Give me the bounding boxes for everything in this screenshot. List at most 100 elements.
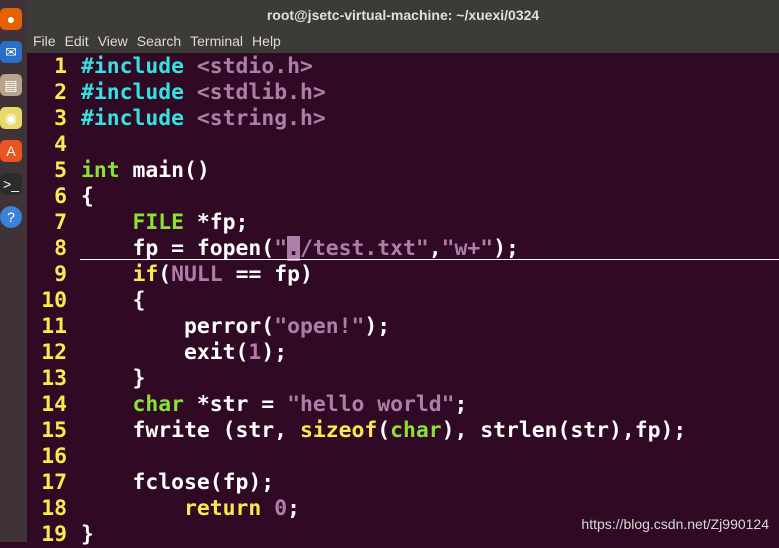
launcher: ● ✉ ▤ ◉ A >_? xyxy=(0,0,27,542)
code-token: #include xyxy=(81,54,185,79)
code-token: } xyxy=(81,366,146,391)
line-number: 8 xyxy=(54,236,67,261)
line-number: 12 xyxy=(41,340,67,365)
code-line: 7 FILE *fp; xyxy=(27,210,779,236)
code-token: ; xyxy=(287,496,300,521)
code-line: 13 } xyxy=(27,366,779,392)
code-token: <stdlib.h> xyxy=(196,80,326,105)
code-line: 14 char *str = "hello world"; xyxy=(27,392,779,418)
code-line: 3 #include <string.h> xyxy=(27,106,779,132)
code-line: 12 exit(1); xyxy=(27,340,779,366)
line-number: 6 xyxy=(54,184,67,209)
code-token: ( xyxy=(158,262,172,287)
line-number: 14 xyxy=(41,392,67,417)
code-token: 1 xyxy=(248,340,262,365)
code-token: "open!" xyxy=(274,314,365,339)
files-icon[interactable]: ▤ xyxy=(0,74,22,96)
line-number: 7 xyxy=(54,210,67,235)
line-number: 1 xyxy=(54,54,67,79)
code-token: fwrite (str, xyxy=(81,418,300,443)
window-title: root@jsetc-virtual-machine: ~/xuexi/0324 xyxy=(27,0,779,30)
code-token: NULL xyxy=(171,262,223,287)
line-number: 4 xyxy=(54,132,67,157)
line-number: 18 xyxy=(41,496,67,521)
code-token: /test.txt" xyxy=(299,236,429,261)
code-token: #include xyxy=(81,106,185,131)
code-token: char xyxy=(390,418,442,443)
code-token: sizeof xyxy=(299,418,378,443)
vim-editor[interactable]: 1 #include <stdio.h> 2 #include <stdlib.h> 3… xyxy=(27,54,779,547)
code-token: main() xyxy=(119,158,210,183)
code-token: exit( xyxy=(81,340,249,365)
cursor: . xyxy=(287,236,300,261)
code-line: 17 fclose(fp); xyxy=(27,470,779,496)
code-token: " xyxy=(274,236,288,261)
code-line: 2 #include <stdlib.h> xyxy=(27,80,779,106)
code-token: ); xyxy=(364,314,391,339)
code-token: fp = fopen( xyxy=(81,236,275,261)
code-token: { xyxy=(81,288,146,313)
watermark: https://blog.csdn.net/Zj990124 xyxy=(581,516,769,532)
code-token: <stdio.h> xyxy=(196,54,313,79)
code-token: ; xyxy=(454,392,468,417)
code-token: FILE xyxy=(132,210,185,235)
code-token: char xyxy=(132,392,185,417)
help-icon[interactable]: ? xyxy=(0,206,22,228)
code-line: 11 perror("open!"); xyxy=(27,314,779,340)
line-number: 11 xyxy=(41,314,67,339)
code-token: *fp; xyxy=(184,210,249,235)
code-token: ( xyxy=(377,418,391,443)
code-line: 10 { xyxy=(27,288,779,314)
line-number: 10 xyxy=(41,288,67,313)
code-token: { xyxy=(81,184,94,209)
code-line: 16 xyxy=(27,444,779,470)
menu-file[interactable]: File xyxy=(33,33,56,49)
line-number: 16 xyxy=(41,444,67,469)
line-number: 15 xyxy=(41,418,67,443)
software-center-icon[interactable]: A xyxy=(0,140,22,162)
code-token: ); xyxy=(493,236,519,261)
line-number: 9 xyxy=(54,262,67,287)
code-token: fclose(fp); xyxy=(81,470,275,495)
menu-terminal[interactable]: Terminal xyxy=(190,33,243,49)
menu-search[interactable]: Search xyxy=(137,33,181,49)
line-number: 3 xyxy=(54,106,67,131)
code-line: 15 fwrite (str, sizeof(char), strlen(str… xyxy=(27,418,779,444)
menu-bar: File Edit View Search Terminal Help xyxy=(27,30,779,53)
terminal-icon[interactable]: >_ xyxy=(0,173,22,195)
line-number: 13 xyxy=(41,366,67,391)
code-line: 4 xyxy=(27,132,779,158)
line-number: 2 xyxy=(54,80,67,105)
code-token: , xyxy=(428,236,442,261)
code-token: int xyxy=(81,158,120,183)
code-token: return xyxy=(184,496,262,521)
code-line: 9 if(NULL == fp) xyxy=(27,262,779,288)
cursorline-underline xyxy=(80,259,779,260)
line-number: 17 xyxy=(41,470,67,495)
code-token: 0 xyxy=(274,496,288,521)
code-token: } xyxy=(81,522,94,547)
code-token: #include xyxy=(81,80,185,105)
menu-view[interactable]: View xyxy=(98,33,128,49)
thunderbird-icon[interactable]: ✉ xyxy=(0,41,22,63)
rhythmbox-icon[interactable]: ◉ xyxy=(0,107,22,129)
code-line: 5 int main() xyxy=(27,158,779,184)
line-number: 5 xyxy=(54,158,67,183)
code-line: 8 fp = fopen("./test.txt","w+"); xyxy=(27,236,779,262)
code-line: 6{ xyxy=(27,184,779,210)
code-token: ), strlen(str),fp); xyxy=(441,418,687,443)
code-token: ); xyxy=(261,340,288,365)
menu-help[interactable]: Help xyxy=(252,33,281,49)
firefox-icon[interactable]: ● xyxy=(0,8,22,30)
code-token: <string.h> xyxy=(196,106,326,131)
code-line: 1 #include <stdio.h> xyxy=(27,54,779,80)
menu-edit[interactable]: Edit xyxy=(65,33,89,49)
code-token: == fp) xyxy=(222,262,313,287)
code-token: if xyxy=(132,262,159,287)
